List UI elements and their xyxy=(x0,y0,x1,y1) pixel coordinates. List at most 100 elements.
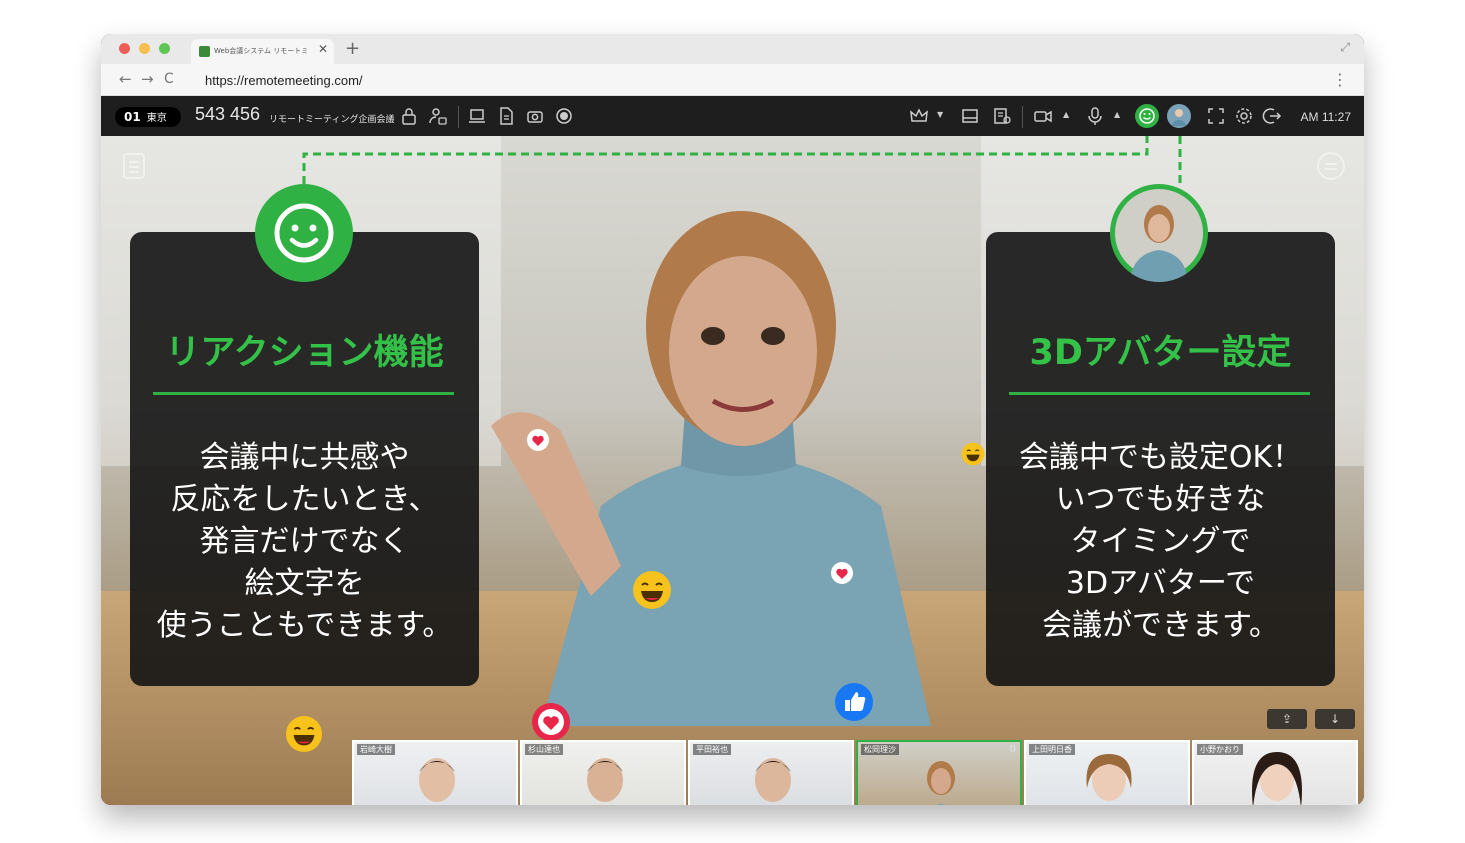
room-number: 01 xyxy=(124,110,141,124)
avatar-callout-icon xyxy=(1110,184,1208,282)
avatar-portrait-icon xyxy=(1115,189,1203,282)
participant-thumbnail[interactable]: 上田明日香 ⟨⟩ xyxy=(1024,740,1190,805)
expand-icon[interactable]: ⤢ xyxy=(1340,40,1350,55)
laptop-icon[interactable] xyxy=(467,106,487,126)
participant-photo xyxy=(419,758,455,802)
room-name: 東京 xyxy=(146,113,167,124)
participant-name: 小野かおり xyxy=(1197,744,1243,755)
record-icon[interactable] xyxy=(554,106,574,126)
description-line: いつでも好きな xyxy=(1055,482,1266,517)
new-tab-button[interactable]: + xyxy=(345,38,360,59)
participant-thumbnail[interactable]: 小野かおり ⟨⟩ xyxy=(1192,740,1358,805)
pin-icon[interactable]: ⟨⟩ xyxy=(1178,744,1184,753)
share-button[interactable]: ⇪ xyxy=(1267,709,1307,729)
lock-icon[interactable] xyxy=(399,106,419,126)
minimize-window-button[interactable] xyxy=(139,43,150,54)
avatar-setting-title: 3Dアバター設定 xyxy=(1029,333,1292,373)
document-icon[interactable] xyxy=(496,106,516,126)
avatar-setting-panel: 3Dアバター設定 会議中でも設定OK！ いつでも好きな タイミングで 3Dアバタ… xyxy=(986,232,1335,686)
toolbar-divider xyxy=(1022,106,1023,128)
collapse-thumbnails-button[interactable]: ↓ xyxy=(1315,709,1355,729)
clipboard-icon[interactable] xyxy=(121,150,147,180)
address-bar: ← → C https://remotemeeting.com/ ⋮ xyxy=(101,64,1364,96)
participant-name: 平田裕也 xyxy=(693,744,731,755)
description-line: 使うこともできます。 xyxy=(156,608,453,643)
participant-thumbnail[interactable]: 杉山達也 ⟨⟩ ⌀ xyxy=(520,740,686,805)
participant-thumbnail[interactable]: 平田裕也 ⟨⟩ ⌀ xyxy=(688,740,854,805)
video-stage: リアクション機能 会議中に共感や 反応をしたいとき、 発言だけでなく 絵文字を … xyxy=(101,136,1364,805)
pin-icon[interactable]: ⟨⟩ xyxy=(674,744,680,753)
camera-icon[interactable] xyxy=(525,106,545,126)
avatar-setting-description: 会議中でも設定OK！ いつでも好きな タイミングで 3Dアバターで 会議ができま… xyxy=(986,437,1335,647)
toolbar-divider xyxy=(458,106,459,128)
smile-icon xyxy=(274,203,334,263)
pin-icon[interactable]: ⟨⟩ xyxy=(1346,744,1352,753)
video-caret-icon[interactable]: ▲ xyxy=(1063,110,1069,119)
description-line: 会議ができます。 xyxy=(1042,608,1279,643)
mic-icon[interactable] xyxy=(1085,106,1105,126)
meeting-toolbar: 01 東京 543 456 リモートミーティング企画会議 ▼ ▲ ▲ AM 11:… xyxy=(101,96,1364,136)
room-badge: 01 東京 xyxy=(115,107,181,127)
forward-button[interactable]: → xyxy=(141,70,154,88)
tab-close-button[interactable]: ✕ xyxy=(318,42,328,56)
tab-title: Web会議システム リモートミ xyxy=(214,47,309,55)
crown-icon[interactable] xyxy=(909,106,929,126)
participant-name: 岩崎大樹 xyxy=(357,744,395,755)
description-line: タイミングで xyxy=(1070,524,1251,559)
laughing-emoji-icon xyxy=(633,571,671,609)
video-icon[interactable] xyxy=(1033,106,1053,126)
participant-thumbnails: 岩崎大樹 ⟨⟩ ⌀ 杉山達也 ⟨⟩ ⌀ 平田裕也 ⟨⟩ ⌀ 松岡理沙 ⟨⟩ xyxy=(352,740,1358,805)
reaction-feature-title: リアクション機能 xyxy=(165,333,444,373)
browser-window: Web会議システム リモートミ ✕ + ⤢ ← → C https://remo… xyxy=(101,34,1364,805)
mic-caret-icon[interactable]: ▲ xyxy=(1114,110,1120,119)
description-line: 会議中でも設定OK！ xyxy=(1018,440,1303,475)
heart-reaction-icon xyxy=(527,429,549,451)
participant-thumbnail[interactable]: 岩崎大樹 ⟨⟩ ⌀ xyxy=(352,740,518,805)
fullscreen-icon[interactable] xyxy=(1206,106,1226,126)
back-button[interactable]: ← xyxy=(119,70,132,88)
reload-button[interactable]: C xyxy=(164,71,174,87)
meeting-name: リモートミーティング企画会議 xyxy=(269,115,395,125)
pin-icon[interactable]: ⟨⟩ xyxy=(842,744,848,753)
settings-icon[interactable] xyxy=(1234,106,1254,126)
exit-icon[interactable] xyxy=(1262,106,1282,126)
heart-reaction-icon xyxy=(532,703,570,741)
panel-divider xyxy=(1009,392,1310,395)
user-lock-icon[interactable] xyxy=(428,106,448,126)
meeting-id: 543 456 xyxy=(195,104,261,124)
pin-icon[interactable]: ⟨⟩ xyxy=(1010,744,1016,753)
participant-photo xyxy=(1086,754,1132,801)
pin-icon[interactable]: ⟨⟩ xyxy=(506,744,512,753)
laughing-emoji-icon xyxy=(285,715,323,753)
participant-photo xyxy=(755,758,791,802)
reaction-callout-icon xyxy=(255,184,353,282)
avatar-icon[interactable] xyxy=(1167,104,1191,128)
participant-photo xyxy=(1252,752,1302,805)
reaction-feature-description: 会議中に共感や 反応をしたいとき、 発言だけでなく 絵文字を 使うこともできます… xyxy=(130,437,479,647)
clock: AM 11:27 xyxy=(1300,110,1351,124)
description-line: 絵文字を xyxy=(244,566,365,601)
browser-menu-button[interactable]: ⋮ xyxy=(1332,70,1348,89)
heart-reaction-icon xyxy=(831,562,853,584)
reaction-icon[interactable] xyxy=(1135,104,1159,128)
layout-icon[interactable] xyxy=(960,106,980,126)
like-reaction-icon xyxy=(835,683,873,721)
description-line: 会議中に共感や xyxy=(199,440,410,475)
panel-divider xyxy=(153,392,454,395)
browser-tab[interactable]: Web会議システム リモートミ ✕ xyxy=(191,39,334,64)
participant-thumbnail[interactable]: 松岡理沙 ⟨⟩ xyxy=(856,740,1022,805)
participant-name: 松岡理沙 xyxy=(861,744,899,755)
url-field[interactable]: https://remotemeeting.com/ xyxy=(205,73,363,88)
description-line: 3Dアバターで xyxy=(1065,566,1256,601)
close-window-button[interactable] xyxy=(119,43,130,54)
participant-name: 杉山達也 xyxy=(525,744,563,755)
participant-name: 上田明日香 xyxy=(1029,744,1075,755)
crown-caret-icon[interactable]: ▼ xyxy=(937,110,943,119)
chat-icon[interactable] xyxy=(1315,150,1347,182)
memo-icon[interactable] xyxy=(992,106,1012,126)
description-line: 発言だけでなく xyxy=(199,524,410,559)
participant-photo xyxy=(587,758,623,802)
zoom-window-button[interactable] xyxy=(159,43,170,54)
favicon-icon xyxy=(199,46,210,57)
reaction-feature-panel: リアクション機能 会議中に共感や 反応をしたいとき、 発言だけでなく 絵文字を … xyxy=(130,232,479,686)
